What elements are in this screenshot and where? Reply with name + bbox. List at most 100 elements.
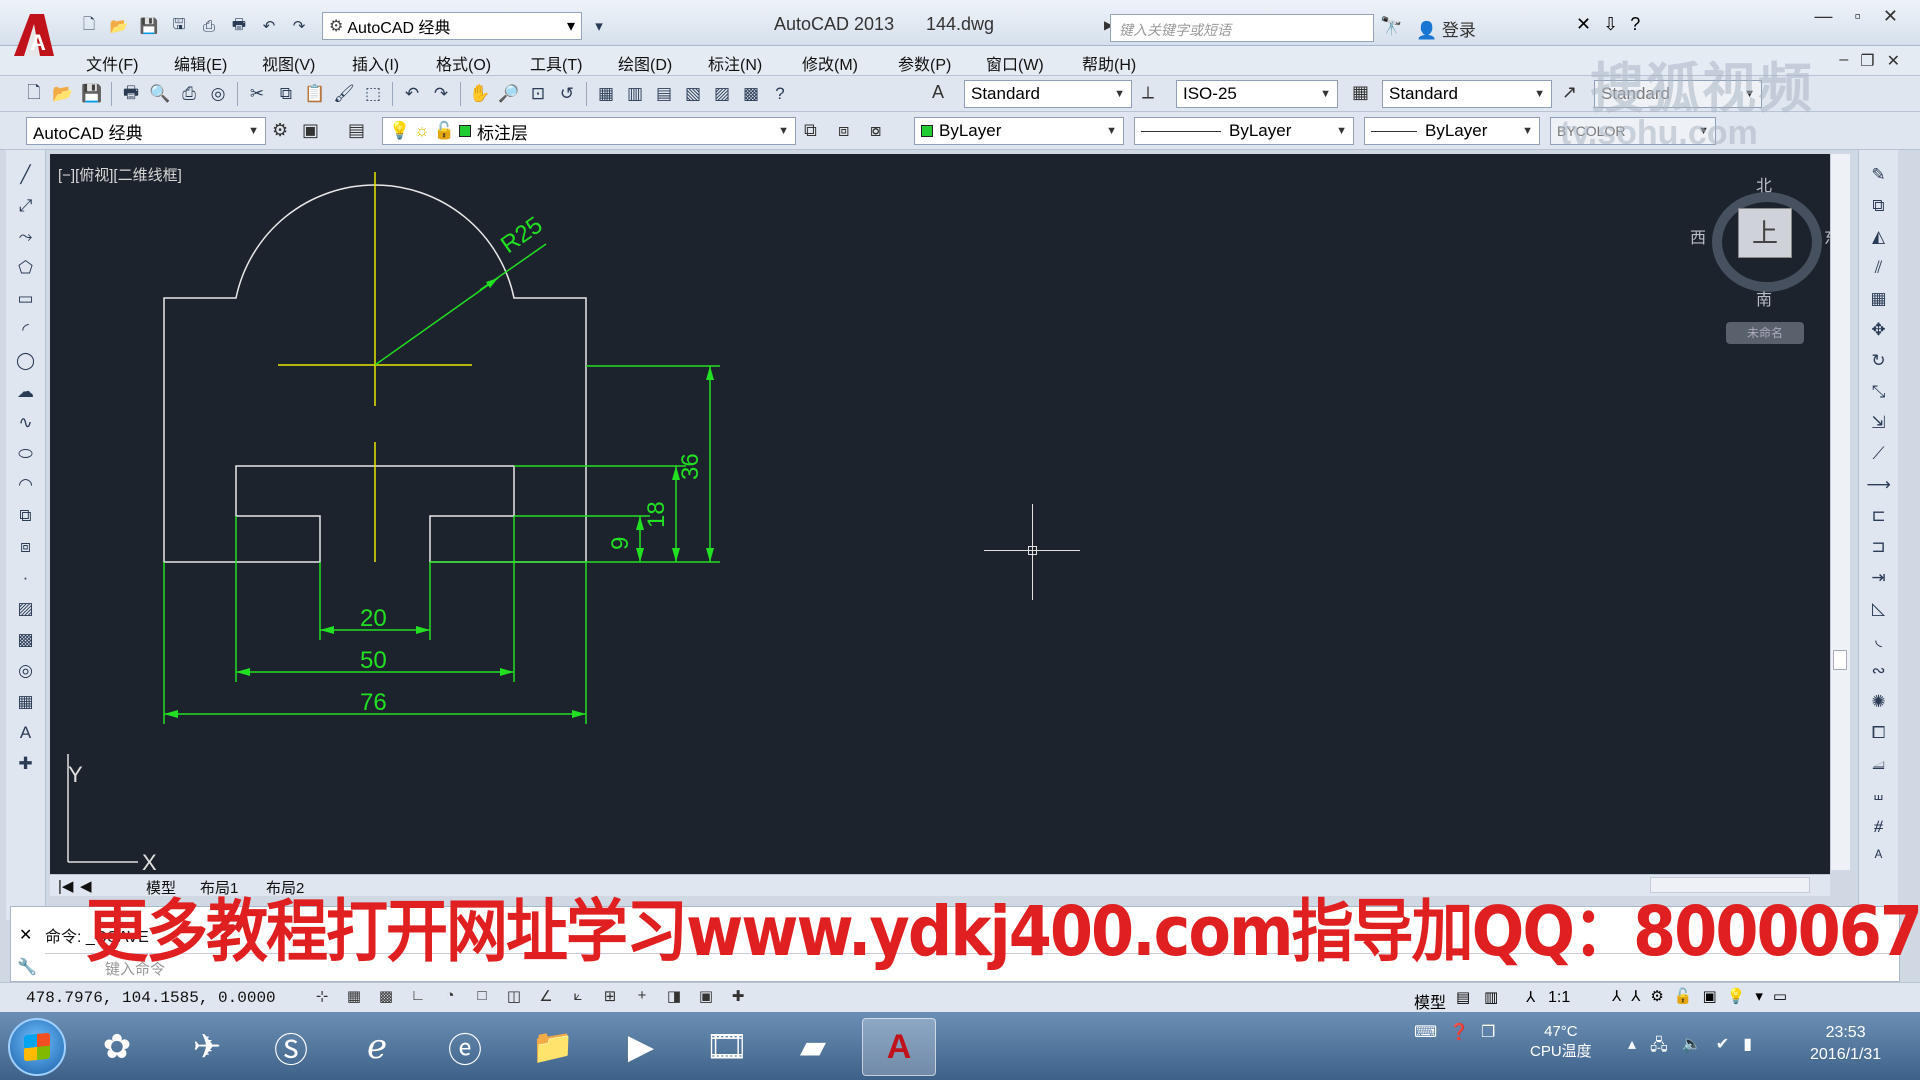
- menu-modify[interactable]: 修改(M): [802, 51, 858, 75]
- otrack-icon[interactable]: ∠: [534, 987, 558, 1009]
- cpu-temperature[interactable]: 47°C CPU温度: [1530, 1022, 1592, 1062]
- help-tray-icon[interactable]: ❓: [1449, 1022, 1469, 1042]
- construction-line-icon[interactable]: ⤢: [14, 195, 38, 217]
- table-style-select[interactable]: Standard ▼: [1382, 80, 1552, 108]
- layer-manager-icon[interactable]: ▤: [348, 120, 365, 141]
- zoom-realtime-icon[interactable]: 🔎: [497, 82, 521, 106]
- cut-icon[interactable]: ✂: [245, 82, 269, 106]
- tool-palette-icon[interactable]: ▤: [652, 82, 676, 106]
- mirror-icon[interactable]: ◭: [1867, 226, 1891, 248]
- app-store-icon[interactable]: ⇩: [1603, 14, 1618, 35]
- network-adapter-icon[interactable]: 🖧: [1650, 1034, 1668, 1061]
- doc-minimize-icon[interactable]: –: [1839, 51, 1848, 71]
- erase-icon[interactable]: ✎: [1867, 164, 1891, 186]
- lock-ui-icon[interactable]: 🔓: [1674, 987, 1693, 1005]
- customize-qa-icon[interactable]: ▾: [586, 13, 612, 39]
- polyline-icon[interactable]: ⤳: [14, 226, 38, 248]
- osnap-icon[interactable]: □: [470, 987, 494, 1009]
- line-icon[interactable]: ╱: [14, 164, 38, 186]
- close-icon[interactable]: ✕: [1883, 6, 1898, 27]
- viewcube-north[interactable]: 北: [1756, 172, 1772, 196]
- plot-icon[interactable]: 🖶: [226, 13, 252, 39]
- menu-view[interactable]: 视图(V): [262, 51, 315, 75]
- ucs-menu[interactable]: 未命名: [1726, 322, 1804, 344]
- media-player-icon[interactable]: ▶: [604, 1018, 678, 1076]
- viewcube[interactable]: 上 北 南 西 东 未命名: [1690, 172, 1830, 352]
- publish-dwf-icon[interactable]: ⎙: [177, 82, 201, 106]
- annotation-visibility-icon[interactable]: ⅄: [1612, 987, 1621, 1005]
- new-icon[interactable]: 🗋: [76, 13, 102, 39]
- draworder-above-icon[interactable]: ⧢: [1867, 784, 1891, 806]
- restore-tray-icon[interactable]: ❐: [1481, 1022, 1495, 1042]
- ellipse-icon[interactable]: ⬭: [14, 443, 38, 465]
- start-button[interactable]: [8, 1018, 66, 1076]
- viewcube-face-top[interactable]: 上: [1738, 208, 1792, 258]
- signal-icon[interactable]: ▮: [1743, 1034, 1752, 1061]
- text-style-select[interactable]: Standard ▼: [964, 80, 1132, 108]
- save-icon[interactable]: 💾: [136, 13, 162, 39]
- circle-icon[interactable]: ◯: [14, 350, 38, 372]
- 3d-dwf-icon[interactable]: ◎: [206, 82, 230, 106]
- revision-cloud-icon[interactable]: ☁: [14, 381, 38, 403]
- lineweight-select[interactable]: ByLayer ▼: [1364, 117, 1540, 145]
- status-menu-icon[interactable]: ▾: [1755, 987, 1763, 1005]
- calculator-icon[interactable]: ▩: [739, 82, 763, 106]
- design-center-icon[interactable]: ▥: [623, 82, 647, 106]
- mleader-style-icon[interactable]: ↗: [1562, 82, 1577, 103]
- array-icon[interactable]: ▦: [1867, 288, 1891, 310]
- menu-tools[interactable]: 工具(T): [530, 51, 582, 75]
- sheet-set-icon[interactable]: ▧: [681, 82, 705, 106]
- workspace-toolbar-select[interactable]: AutoCAD 经典 ▼: [26, 117, 266, 145]
- workspace-settings-icon[interactable]: ⚙: [272, 120, 288, 141]
- maximize-icon[interactable]: ▫: [1855, 6, 1861, 27]
- table-icon[interactable]: ▦: [14, 691, 38, 713]
- trim-icon[interactable]: ⟋: [1867, 443, 1891, 465]
- draworder-back-icon[interactable]: ⧡: [1867, 753, 1891, 775]
- print-icon[interactable]: 🖶: [119, 82, 143, 106]
- block-editor-icon[interactable]: ⬚: [361, 82, 385, 106]
- bird-app-icon[interactable]: ✈: [170, 1018, 244, 1076]
- binoculars-icon[interactable]: 🔭: [1380, 16, 1402, 37]
- copy-icon[interactable]: ⧉: [274, 82, 298, 106]
- text-front-icon[interactable]: ᴬ: [1867, 846, 1891, 868]
- menu-window[interactable]: 窗口(W): [986, 51, 1044, 75]
- offset-icon[interactable]: ⫽: [1867, 257, 1891, 279]
- green-app-icon[interactable]: ▰: [776, 1018, 850, 1076]
- fillet-icon[interactable]: ◟: [1867, 629, 1891, 651]
- doc-restore-icon[interactable]: ❐: [1860, 51, 1874, 71]
- explode-icon[interactable]: ✺: [1867, 691, 1891, 713]
- minimize-icon[interactable]: —: [1815, 6, 1833, 27]
- workspace-select[interactable]: ⚙ AutoCAD 经典 ▾: [322, 12, 582, 40]
- infer-constraints-icon[interactable]: ⊹: [310, 987, 334, 1009]
- draworder-front-icon[interactable]: ⧠: [1867, 722, 1891, 744]
- menu-file[interactable]: 文件(F): [86, 51, 138, 75]
- workspace-save-icon[interactable]: ▣: [302, 120, 319, 141]
- menu-dimension[interactable]: 标注(N): [708, 51, 762, 75]
- pan-icon[interactable]: ✋: [468, 82, 492, 106]
- doc-close-icon[interactable]: ✕: [1887, 51, 1900, 71]
- break-at-point-icon[interactable]: ⊏: [1867, 505, 1891, 527]
- quick-properties-icon[interactable]: ▣: [694, 987, 718, 1009]
- spline-icon[interactable]: ∿: [14, 412, 38, 434]
- stretch-icon[interactable]: ⇲: [1867, 412, 1891, 434]
- tab-nav-first-icon[interactable]: |◀: [58, 877, 73, 895]
- dim-style-select[interactable]: ISO-25 ▼: [1176, 80, 1338, 108]
- annotation-scale-value[interactable]: 1:1: [1548, 989, 1570, 1007]
- move-icon[interactable]: ✥: [1867, 319, 1891, 341]
- drawing-canvas[interactable]: [−][俯视][二维线框] R25 36 18 9 20 50 76 Y X 上…: [50, 154, 1830, 874]
- dim-style-icon[interactable]: ⟂: [1142, 82, 1154, 103]
- auto-scale-icon[interactable]: ⅄: [1631, 987, 1640, 1005]
- volume-icon[interactable]: 🔈: [1682, 1034, 1702, 1061]
- help-tb-icon[interactable]: ?: [768, 82, 792, 106]
- viewcube-west[interactable]: 西: [1690, 224, 1706, 248]
- undo-tb-icon[interactable]: ↶: [400, 82, 424, 106]
- 3d-osnap-icon[interactable]: ◫: [502, 987, 526, 1009]
- menu-draw[interactable]: 绘图(D): [618, 51, 672, 75]
- quick-view-drawings-icon[interactable]: ▥: [1484, 988, 1498, 1006]
- redo-tb-icon[interactable]: ↷: [429, 82, 453, 106]
- rotate-icon[interactable]: ↻: [1867, 350, 1891, 372]
- vertical-scroll-thumb[interactable]: [1833, 650, 1847, 670]
- autocad-logo[interactable]: A: [10, 10, 58, 66]
- make-current-icon[interactable]: ⧉: [804, 120, 817, 141]
- menu-edit[interactable]: 编辑(E): [174, 51, 227, 75]
